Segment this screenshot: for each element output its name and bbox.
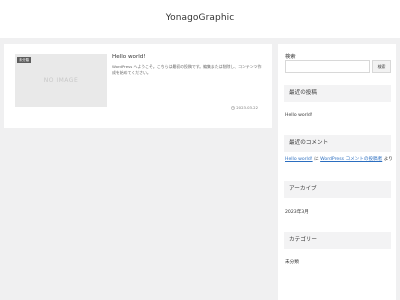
recent-post-item[interactable]: Hello world! [285, 113, 313, 119]
no-image-text: NO IMAGE [43, 77, 79, 84]
category-item[interactable]: 未分類 [285, 260, 299, 266]
post-date: 2023.03.22 [231, 105, 258, 110]
categories-heading: カテゴリー [284, 232, 391, 249]
search-input[interactable] [285, 60, 370, 73]
sidebar: 検索 検索 最近の投稿 Hello world! 最近のコメント Hello w… [278, 44, 396, 300]
post-date-text: 2023.03.22 [236, 105, 258, 110]
post-card[interactable]: NO IMAGE 未分類 Hello world! WordPress へようこ… [4, 44, 272, 128]
recent-posts-heading: 最近の投稿 [284, 85, 391, 102]
comment-connector: に [312, 157, 321, 162]
site-title[interactable]: YonagoGraphic [0, 13, 400, 23]
archive-item[interactable]: 2023年3月 [285, 210, 309, 216]
clock-icon [231, 105, 236, 110]
comment-post-link[interactable]: Hello world! [285, 157, 313, 162]
search-label: 検索 [285, 54, 296, 60]
post-thumbnail[interactable]: NO IMAGE 未分類 [15, 54, 107, 107]
post-excerpt: WordPress へようこそ。こちらは最初の投稿です。編集または削除し、コンテ… [112, 64, 262, 76]
archives-heading: アーカイブ [284, 181, 391, 198]
commenter-link[interactable]: WordPress コメントの投稿者 [320, 157, 382, 162]
category-badge: 未分類 [17, 57, 31, 63]
post-title[interactable]: Hello world! [112, 54, 146, 60]
recent-comments-heading: 最近のコメント [284, 135, 391, 152]
search-button[interactable]: 検索 [372, 60, 391, 73]
recent-comment-item: Hello world! に WordPress コメントの投稿者 より [285, 157, 393, 163]
comment-suffix: より [382, 157, 393, 162]
site-header: YonagoGraphic [0, 0, 400, 38]
